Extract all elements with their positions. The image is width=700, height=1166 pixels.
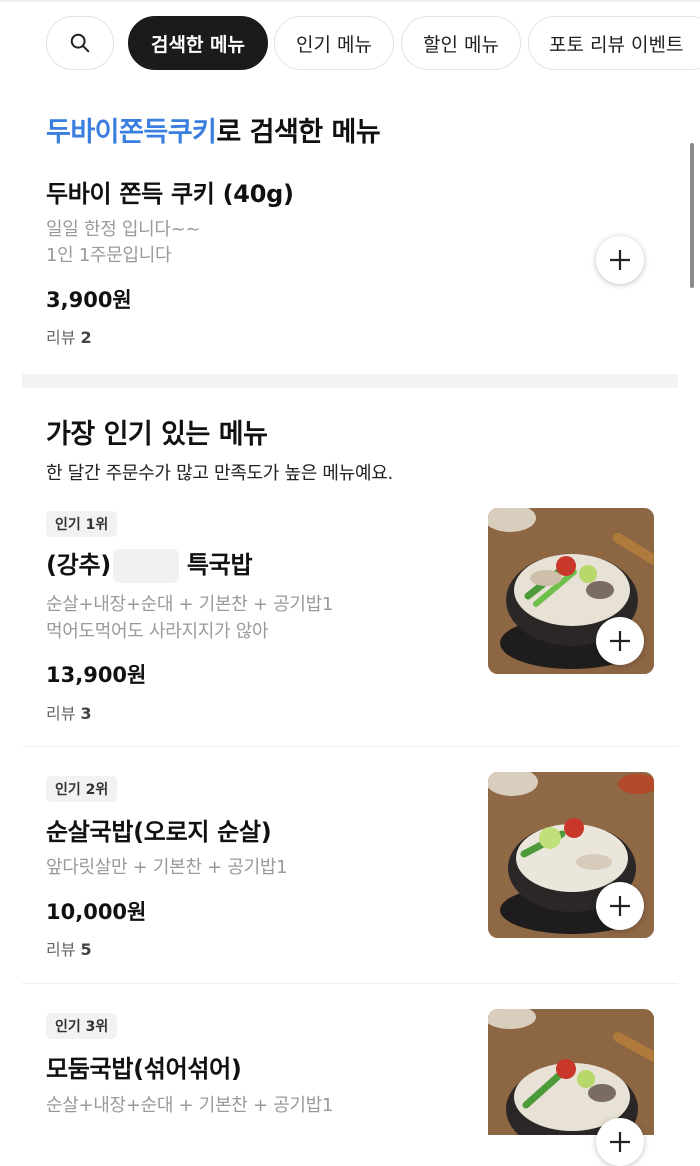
add-to-cart-button[interactable] xyxy=(596,882,644,930)
section-divider xyxy=(22,374,678,388)
popular-section-title: 가장 인기 있는 메뉴 xyxy=(46,419,268,450)
menu-item-photo[interactable] xyxy=(488,1009,654,1135)
search-section-title: 두바이쫀득쿠키로 검색한 메뉴 xyxy=(46,110,381,149)
menu-item-desc-line2: 1인 1주문입니다 xyxy=(46,245,172,266)
rank-badge: 인기 3위 xyxy=(46,1013,118,1039)
search-chip[interactable] xyxy=(46,16,114,70)
add-to-cart-button[interactable] xyxy=(596,1118,644,1166)
review-count: 2 xyxy=(80,328,92,347)
review-label: 리뷰 xyxy=(46,940,76,959)
redacted-name-patch xyxy=(112,549,179,583)
menu-item-review: 리뷰 2 xyxy=(46,324,92,348)
add-to-cart-button[interactable] xyxy=(596,236,644,284)
menu-item-price: 10,000원 xyxy=(46,900,147,924)
item-divider xyxy=(22,983,678,984)
review-label: 리뷰 xyxy=(46,704,76,723)
menu-item-price: 3,900원 xyxy=(46,288,132,312)
menu-item-desc-line1: 순살+내장+순대 + 기본찬 + 공기밥1 xyxy=(46,594,334,615)
search-title-suffix: 로 검색한 메뉴 xyxy=(216,117,381,148)
search-keyword: 두바이쫀득쿠키 xyxy=(46,117,217,148)
menu-item-name: 두바이 쫀득 쿠키 (40g) xyxy=(46,180,294,208)
chip-searched-menu[interactable]: 검색한 메뉴 xyxy=(128,16,268,70)
plus-icon xyxy=(610,631,630,651)
rank-badge: 인기 1위 xyxy=(46,511,118,537)
chip-popular-menu[interactable]: 인기 메뉴 xyxy=(274,16,394,70)
chip-photo-review-event[interactable]: 포토 리뷰 이벤트 xyxy=(528,16,700,70)
menu-item-desc-line1: 순살+내장+순대 + 기본찬 + 공기밥1 xyxy=(46,1095,334,1116)
gukbap-bowl-illustration xyxy=(488,1009,654,1135)
scrollbar[interactable] xyxy=(690,143,694,288)
review-count: 5 xyxy=(80,940,92,959)
filter-chip-bar: 검색한 메뉴 인기 메뉴 할인 메뉴 포토 리뷰 이벤트 xyxy=(0,16,700,72)
add-to-cart-button[interactable] xyxy=(596,617,644,665)
menu-item-name: 순살국밥(오로지 순살) xyxy=(46,818,272,846)
review-label: 리뷰 xyxy=(46,328,76,347)
menu-item-name: 모둠국밥(섞어섞어) xyxy=(46,1055,242,1083)
plus-icon xyxy=(610,896,630,916)
menu-item-name: (강추) 특국밥 xyxy=(46,545,253,583)
menu-item-desc-line1: 일일 한정 입니다~~ xyxy=(46,219,201,240)
menu-item-name-suffix: 특국밥 xyxy=(186,551,253,579)
review-count: 3 xyxy=(80,704,92,723)
menu-item-desc-line2: 먹어도먹어도 사라지지가 않아 xyxy=(46,621,269,642)
rank-badge: 인기 2위 xyxy=(46,776,118,802)
menu-item-name-prefix: (강추) xyxy=(46,551,111,579)
search-icon xyxy=(70,33,90,53)
item-divider xyxy=(22,746,678,747)
popular-section-subtitle: 한 달간 주문수가 많고 만족도가 높은 메뉴예요. xyxy=(46,463,393,484)
menu-item-review: 리뷰 3 xyxy=(46,700,92,724)
menu-item-review: 리뷰 5 xyxy=(46,936,92,960)
chip-discount-menu[interactable]: 할인 메뉴 xyxy=(401,16,521,70)
top-divider xyxy=(0,0,700,2)
plus-icon xyxy=(610,250,630,270)
menu-item-price: 13,900원 xyxy=(46,663,147,687)
plus-icon xyxy=(610,1132,630,1152)
menu-item-desc-line1: 앞다릿살만 + 기본찬 + 공기밥1 xyxy=(46,857,288,878)
